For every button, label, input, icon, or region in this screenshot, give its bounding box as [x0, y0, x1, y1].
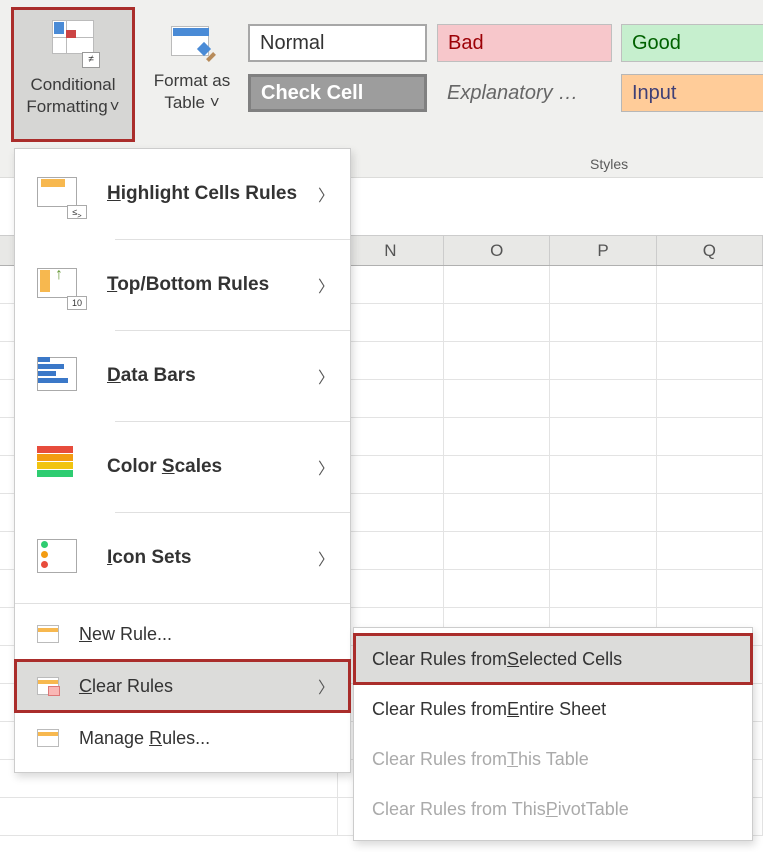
menu-separator — [115, 421, 350, 422]
menu-label: Clear Rules — [79, 676, 318, 697]
conditional-formatting-label: Conditional Formatting ˅ — [26, 74, 119, 118]
submenu-clear-this-table: Clear Rules from This Table — [354, 734, 752, 784]
data-bars-icon — [35, 353, 83, 399]
chevron-right-icon: 〉 — [318, 182, 334, 206]
menu-separator — [15, 603, 350, 604]
cell-style-bad[interactable]: Bad — [437, 24, 612, 62]
color-scales-icon — [35, 444, 83, 490]
menu-new-rule[interactable]: New Rule... — [15, 608, 350, 660]
submenu-clear-this-pivottable: Clear Rules from This PivotTable — [354, 784, 752, 834]
cell-style-input[interactable]: Input — [621, 74, 763, 112]
menu-separator — [115, 330, 350, 331]
top-bottom-icon: ↑10 — [35, 262, 83, 308]
cell-style-good[interactable]: Good — [621, 24, 763, 62]
menu-clear-rules[interactable]: Clear Rules 〉 — [15, 660, 350, 712]
format-as-table-button[interactable]: Format as Table ˅ — [143, 10, 241, 138]
menu-highlight-cells-rules[interactable]: ≤> Highlight Cells Rules 〉 — [15, 153, 350, 235]
format-as-table-label: Format as Table ˅ — [154, 70, 231, 114]
menu-label: Top/Bottom Rules — [107, 274, 318, 296]
ribbon-group-label: Styles — [590, 156, 628, 172]
menu-color-scales[interactable]: Color Scales 〉 — [15, 426, 350, 508]
cell-style-check-cell[interactable]: Check Cell — [248, 74, 427, 112]
chevron-right-icon: 〉 — [318, 546, 334, 570]
chevron-right-icon: 〉 — [318, 273, 334, 297]
menu-data-bars[interactable]: Data Bars 〉 — [15, 335, 350, 417]
clear-rules-icon — [35, 674, 61, 698]
menu-label: Data Bars — [107, 365, 318, 387]
column-header-o[interactable]: O — [444, 236, 550, 265]
menu-top-bottom-rules[interactable]: ↑10 Top/Bottom Rules 〉 — [15, 244, 350, 326]
new-rule-icon — [35, 622, 61, 646]
conditional-formatting-button[interactable]: ≠ Conditional Formatting ˅ — [11, 7, 135, 142]
manage-rules-icon — [35, 726, 61, 750]
menu-separator — [115, 239, 350, 240]
cell-style-normal[interactable]: Normal — [248, 24, 427, 62]
submenu-clear-entire-sheet[interactable]: Clear Rules from Entire Sheet — [354, 684, 752, 734]
column-header-n[interactable]: N — [338, 236, 444, 265]
column-header-q[interactable]: Q — [657, 236, 763, 265]
clear-rules-submenu: Clear Rules from Selected Cells Clear Ru… — [353, 627, 753, 841]
menu-label: New Rule... — [79, 624, 340, 645]
menu-label: Color Scales — [107, 456, 318, 478]
conditional-formatting-menu: ≤> Highlight Cells Rules 〉 ↑10 Top/Botto… — [14, 148, 351, 773]
chevron-right-icon: 〉 — [318, 455, 334, 479]
highlight-cells-icon: ≤> — [35, 171, 83, 217]
conditional-formatting-icon: ≠ — [52, 20, 94, 64]
menu-label: Icon Sets — [107, 547, 318, 569]
menu-separator — [115, 512, 350, 513]
chevron-down-icon: ˅ — [110, 96, 120, 118]
menu-label: Highlight Cells Rules — [107, 183, 318, 205]
submenu-clear-selected-cells[interactable]: Clear Rules from Selected Cells — [354, 634, 752, 684]
menu-icon-sets[interactable]: Icon Sets 〉 — [15, 517, 350, 599]
chevron-down-icon: ˅ — [205, 93, 220, 112]
menu-manage-rules[interactable]: Manage Rules... — [15, 712, 350, 764]
menu-label: Manage Rules... — [79, 728, 340, 749]
cell-style-explanatory[interactable]: Explanatory … — [437, 74, 612, 112]
icon-sets-icon — [35, 535, 83, 581]
format-as-table-icon — [171, 20, 213, 60]
chevron-right-icon: 〉 — [318, 674, 334, 698]
chevron-right-icon: 〉 — [318, 364, 334, 388]
column-header-p[interactable]: P — [550, 236, 656, 265]
